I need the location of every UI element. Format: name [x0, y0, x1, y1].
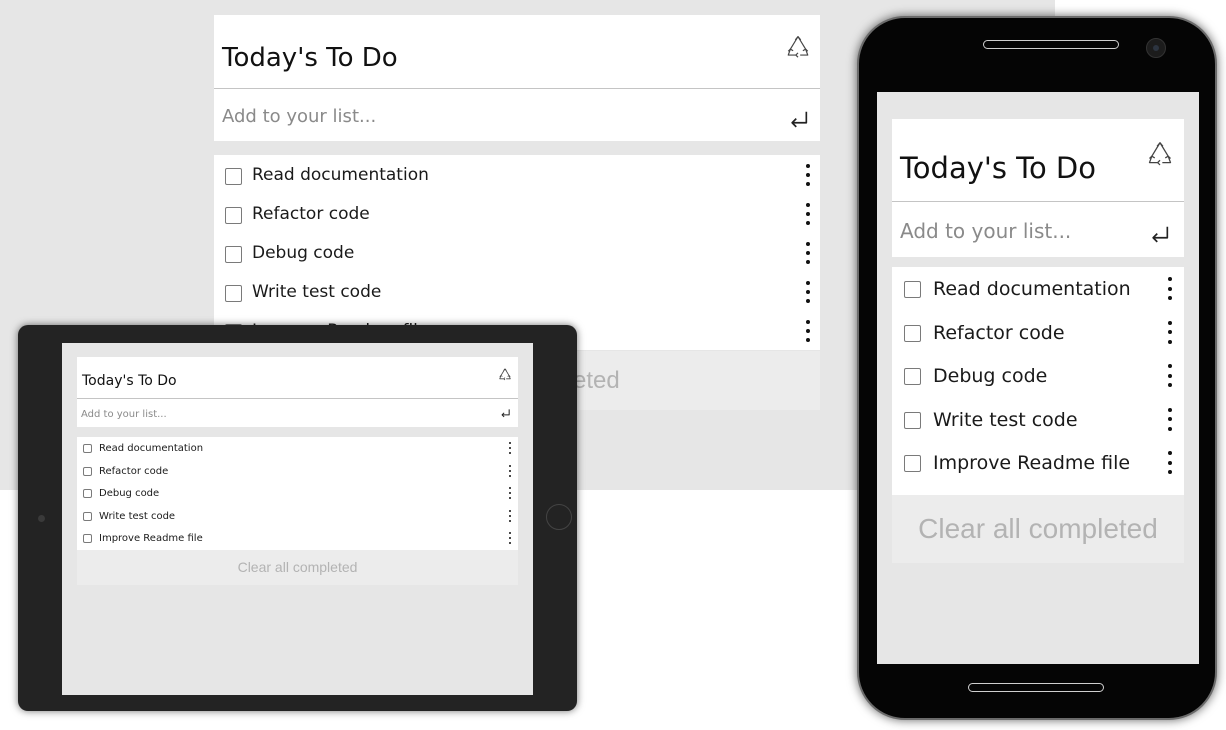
phone-device-frame: Today's To Do Read documentation [857, 16, 1217, 720]
list-item: Read documentation [214, 155, 820, 194]
todo-list: Read documentation Refactor code Debug c… [77, 437, 518, 550]
more-vertical-icon[interactable] [1166, 320, 1174, 344]
app-header: Today's To Do [214, 15, 820, 89]
more-vertical-icon[interactable] [508, 464, 512, 477]
list-item: Debug code [214, 233, 820, 272]
item-checkbox[interactable] [904, 281, 921, 298]
item-checkbox[interactable] [225, 168, 242, 185]
recycle-icon[interactable] [498, 368, 512, 382]
more-vertical-icon[interactable] [1166, 407, 1174, 431]
list-item: Improve Readme file [892, 441, 1184, 485]
item-label: Read documentation [252, 165, 429, 185]
item-label: Improve Readme file [933, 452, 1131, 474]
list-item: Refactor code [214, 194, 820, 233]
tablet-device-frame: Today's To Do Read documentation [18, 325, 577, 711]
item-checkbox[interactable] [904, 324, 921, 342]
add-item-row [892, 202, 1184, 257]
add-item-row [77, 399, 518, 427]
more-vertical-icon[interactable] [804, 281, 812, 303]
list-item: Improve Readme file [77, 527, 518, 550]
more-vertical-icon[interactable] [804, 242, 812, 264]
more-vertical-icon[interactable] [508, 532, 512, 544]
clear-completed-button[interactable]: Clear all completed [892, 495, 1184, 563]
add-item-row [214, 89, 820, 141]
item-label: Debug code [933, 365, 1048, 387]
tablet-screen: Today's To Do Read documentation [62, 343, 533, 695]
item-label: Debug code [99, 488, 160, 499]
more-vertical-icon[interactable] [1166, 277, 1174, 300]
more-vertical-icon[interactable] [1166, 364, 1174, 387]
item-checkbox[interactable] [225, 246, 242, 263]
list-item: Refactor code [892, 311, 1184, 355]
list-item: Read documentation [892, 267, 1184, 311]
page-title: Today's To Do [222, 43, 398, 73]
list-item: Write test code [214, 272, 820, 311]
item-label: Write test code [99, 510, 176, 522]
item-checkbox[interactable] [83, 466, 92, 476]
add-item-input[interactable] [81, 406, 481, 422]
tablet-home-button [546, 504, 572, 530]
item-checkbox[interactable] [904, 455, 921, 472]
phone-home-bar [968, 683, 1104, 692]
enter-return-icon[interactable] [788, 109, 810, 131]
more-vertical-icon[interactable] [508, 487, 512, 499]
item-label: Refactor code [99, 465, 169, 477]
item-label: Read documentation [933, 278, 1131, 300]
more-vertical-icon[interactable] [508, 509, 512, 522]
item-label: Refactor code [252, 204, 370, 224]
item-label: Write test code [252, 282, 382, 302]
more-vertical-icon[interactable] [804, 320, 812, 342]
enter-return-icon[interactable] [1149, 224, 1171, 246]
list-item: Refactor code [77, 460, 518, 483]
recycle-icon[interactable] [1146, 141, 1174, 169]
item-label: Write test code [933, 408, 1078, 431]
tablet-camera [38, 515, 45, 522]
list-item: Read documentation [77, 437, 518, 460]
list-item: Write test code [77, 505, 518, 528]
item-label: Debug code [252, 243, 355, 263]
recycle-icon[interactable] [785, 35, 811, 61]
clear-completed-button[interactable]: Clear all completed [77, 550, 518, 585]
item-checkbox[interactable] [904, 368, 921, 385]
list-item: Write test code [892, 398, 1184, 442]
todo-list: Read documentation Refactor code Debug c… [214, 155, 820, 350]
item-label: Refactor code [933, 321, 1065, 344]
item-checkbox[interactable] [83, 511, 92, 521]
enter-return-icon[interactable] [500, 408, 511, 419]
phone-speaker [983, 40, 1119, 49]
app-header: Today's To Do [77, 357, 518, 399]
more-vertical-icon[interactable] [1166, 451, 1174, 474]
todo-app-phone: Today's To Do Read documentation [892, 119, 1184, 563]
add-item-input[interactable] [222, 103, 762, 129]
item-checkbox[interactable] [225, 207, 242, 224]
list-item: Debug code [77, 482, 518, 505]
page-title: Today's To Do [900, 151, 1096, 185]
add-item-input[interactable] [900, 217, 1130, 245]
page-title: Today's To Do [82, 373, 177, 389]
todo-app-tablet: Today's To Do Read documentation [77, 357, 518, 585]
more-vertical-icon[interactable] [804, 164, 812, 186]
more-vertical-icon[interactable] [508, 442, 512, 454]
list-item: Debug code [892, 354, 1184, 398]
app-header: Today's To Do [892, 119, 1184, 202]
more-vertical-icon[interactable] [804, 203, 812, 225]
item-checkbox[interactable] [225, 285, 242, 302]
phone-screen: Today's To Do Read documentation [877, 92, 1199, 664]
item-checkbox[interactable] [83, 444, 92, 453]
phone-camera [1146, 38, 1166, 58]
todo-list: Read documentation Refactor code Debug c… [892, 267, 1184, 495]
item-label: Read documentation [99, 443, 204, 454]
item-checkbox[interactable] [904, 411, 921, 429]
item-checkbox[interactable] [83, 534, 92, 543]
item-checkbox[interactable] [83, 489, 92, 498]
item-label: Improve Readme file [99, 533, 203, 544]
